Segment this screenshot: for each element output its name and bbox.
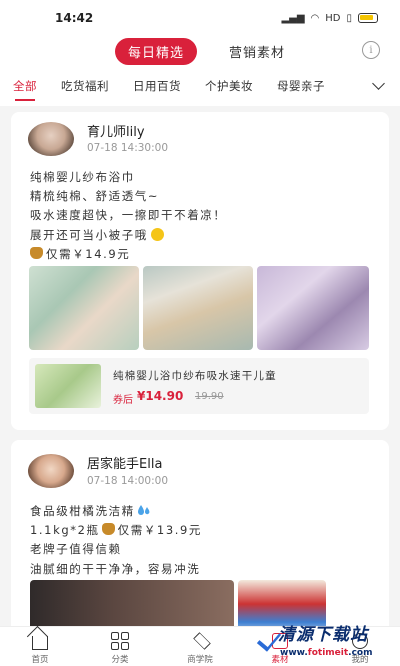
category-food[interactable]: 吃货福利 xyxy=(61,78,109,94)
product-card[interactable]: 纯棉婴儿浴巾纱布吸水速干儿童 券后 ¥14.90 19.90 xyxy=(29,358,369,414)
post-username[interactable]: 居家能手Ella xyxy=(87,453,162,472)
nav-category[interactable]: 分类 xyxy=(80,627,160,666)
tab-daily-picks[interactable]: 每日精选 xyxy=(114,37,197,65)
product-original-price: 19.90 xyxy=(195,391,224,402)
post-time: 07-18 14:30:00 xyxy=(87,142,169,154)
nav-home[interactable]: 首页 xyxy=(0,627,80,666)
sim-icon: ▯ xyxy=(346,12,352,24)
post-card: 育儿师lily 07-18 14:30:00 纯棉婴儿纱布浴巾 精梳纯棉、舒适透… xyxy=(11,112,389,430)
info-icon[interactable]: i xyxy=(362,41,380,59)
nav-label: 首页 xyxy=(31,655,49,665)
post-photo[interactable] xyxy=(257,266,369,350)
post-text-line-content: 食品级柑橘洗洁精 xyxy=(30,504,135,518)
product-price-label: 券后 xyxy=(113,395,133,406)
post-text-line: 老牌子值得信赖 xyxy=(30,542,122,557)
post-price-line: 1.1kg*2瓶 仅需￥13.9元 xyxy=(30,521,202,540)
post-price-text: 仅需￥13.9元 xyxy=(117,523,203,538)
post-text-line: 纯棉婴儿纱布浴巾 xyxy=(30,170,135,184)
smile-emoji-icon xyxy=(150,227,164,241)
status-time: 14:42 xyxy=(55,11,94,25)
category-all[interactable]: 全部 xyxy=(13,78,37,101)
nav-label: 分类 xyxy=(111,655,129,665)
post-text-line: 展开还可当小被子哦 xyxy=(30,226,227,245)
wifi-icon: ◠ xyxy=(310,12,320,24)
money-bag-icon xyxy=(30,246,43,259)
watermark-url-prefix: www. xyxy=(280,648,308,658)
chevron-down-icon xyxy=(371,77,385,90)
category-daily-goods[interactable]: 日用百货 xyxy=(133,78,181,94)
tab-marketing-materials[interactable]: 营销素材 xyxy=(229,42,285,61)
category-mother-baby[interactable]: 母婴亲子 xyxy=(277,78,325,94)
product-title: 纯棉婴儿浴巾纱布吸水速干儿童 xyxy=(113,370,277,382)
battery-icon xyxy=(358,13,378,23)
post-username[interactable]: 育儿师lily xyxy=(87,121,145,140)
network-label: HD xyxy=(325,12,341,24)
signal-icon: ▂▄▆ xyxy=(281,12,305,24)
post-photo[interactable] xyxy=(143,266,253,350)
post-card: 居家能手Ella 07-18 14:00:00 食品级柑橘洗洁精 1.1kg*2… xyxy=(11,440,389,640)
post-photo[interactable] xyxy=(29,266,139,350)
top-tab-bar: 每日精选 营销素材 i xyxy=(0,36,400,66)
money-bag-icon xyxy=(101,523,115,536)
post-quantity-text: 1.1kg*2瓶 xyxy=(30,523,100,538)
nav-label: 商学院 xyxy=(187,655,213,665)
category-beauty[interactable]: 个护美妆 xyxy=(205,78,253,94)
post-time: 07-18 14:00:00 xyxy=(87,475,169,487)
post-text: 食品级柑橘洗洁精 1.1kg*2瓶 仅需￥13.9元 老牌子值得信赖 油腻细的干干… xyxy=(30,502,202,579)
status-icons: ▂▄▆ ◠ HD ▯ xyxy=(281,13,378,24)
post-text-line: 油腻细的干干净净，容易冲洗 xyxy=(30,561,201,576)
watermark-url-main: fotimeit xyxy=(307,648,349,658)
avatar[interactable] xyxy=(28,454,74,488)
watermark-title: 清源下载站 xyxy=(278,625,368,645)
avatar[interactable] xyxy=(28,122,74,156)
category-bar: 全部 吃货福利 日用百货 个护美妆 母婴亲子 xyxy=(0,66,400,106)
post-text-line: 食品级柑橘洗洁精 xyxy=(30,502,202,521)
water-drops-icon xyxy=(137,505,150,515)
post-text-line: 吸水速度超快，一擦即干不着凉！ xyxy=(30,208,227,223)
post-text-line: 精梳纯棉、舒适透气~ xyxy=(30,189,160,204)
post-text: 纯棉婴儿纱布浴巾 精梳纯棉、舒适透气~ 吸水速度超快，一擦即干不着凉！ 展开还可… xyxy=(30,168,227,264)
product-price: ¥14.90 xyxy=(137,389,184,403)
watermark-url-suffix: .com xyxy=(348,648,373,658)
watermark-url: www.fotimeit.com xyxy=(280,648,372,658)
watermark-logo: 清源下载站 www.fotimeit.com xyxy=(256,618,400,666)
post-text-line-content: 展开还可当小被子哦 xyxy=(30,227,148,242)
category-more-button[interactable] xyxy=(356,66,400,106)
product-thumbnail xyxy=(35,364,101,408)
status-bar: 14:42 ▂▄▆ ◠ HD ▯ xyxy=(0,0,400,36)
post-price-line: 仅需￥14.9元 xyxy=(30,245,227,264)
home-icon xyxy=(31,632,49,650)
grid-icon xyxy=(111,632,129,650)
nav-academy[interactable]: 商学院 xyxy=(160,627,240,666)
post-price-text: 仅需￥14.9元 xyxy=(46,246,131,261)
graduation-cap-icon xyxy=(191,632,209,650)
